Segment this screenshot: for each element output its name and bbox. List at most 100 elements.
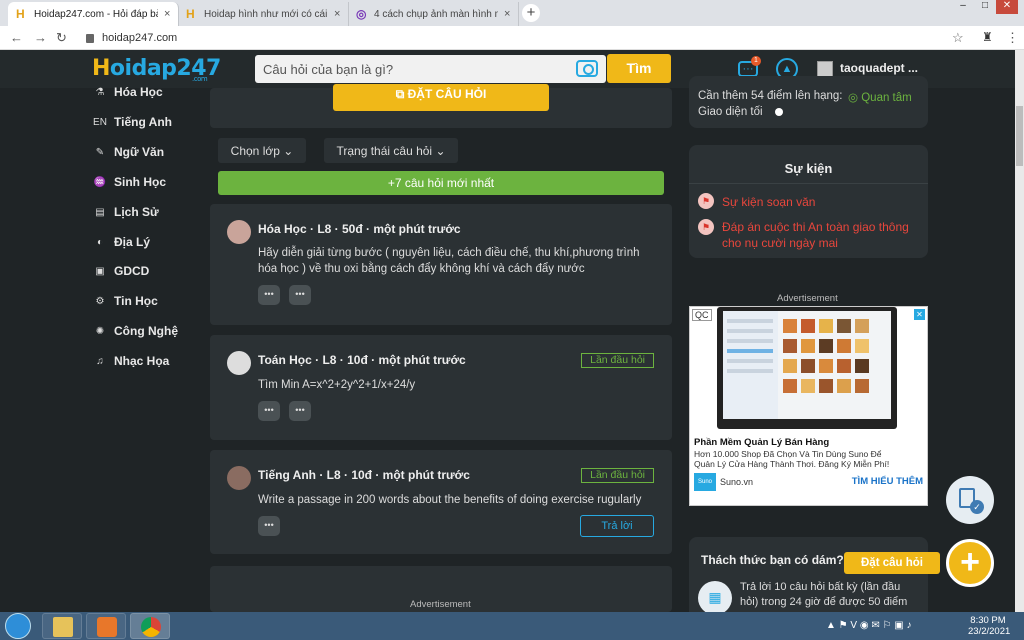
- question-meta[interactable]: Tiếng Anh · L8 · 10đ · một phút trước: [258, 468, 470, 482]
- reaction-icon[interactable]: •••: [258, 401, 280, 421]
- tab-close-icon[interactable]: ×: [504, 8, 510, 20]
- tab-close-icon[interactable]: ×: [334, 8, 340, 20]
- reaction-icon[interactable]: •••: [258, 516, 280, 536]
- avatar[interactable]: [227, 220, 251, 244]
- product-tile: [855, 379, 869, 393]
- taskbar-explorer[interactable]: [42, 613, 82, 639]
- ask-question-button[interactable]: ⧉ ĐẶT CÂU HỎI: [333, 84, 549, 111]
- sidebar-item-tin-hoc[interactable]: ⚙ Tin Học: [92, 291, 158, 311]
- question-text[interactable]: Hãy diễn giải từng bước ( nguyên liệu, c…: [258, 245, 658, 277]
- sidebar-item-lich-su[interactable]: ▤ Lịch Sử: [92, 202, 159, 222]
- windows-taskbar: ▲ ⚑ V ◉ ✉ ⚐ ▣ ♪: [0, 612, 1024, 640]
- event-link[interactable]: Sự kiện soạn văn: [722, 194, 917, 210]
- browser-tab-hoidap-2[interactable]: H Hoidap hình như mới có cái này ×: [178, 2, 350, 26]
- question-meta[interactable]: Hóa Học · L8 · 50đ · một phút trước: [258, 222, 461, 236]
- extension-icon[interactable]: ♜: [982, 30, 993, 44]
- question-meta[interactable]: Toán Học · L8 · 10đ · một phút trước: [258, 353, 466, 367]
- product-tile: [783, 379, 797, 393]
- sidebar-item-cong-nghe[interactable]: ✺ Công Nghệ: [92, 321, 178, 341]
- product-tile: [801, 379, 815, 393]
- music-icon: ♫: [96, 355, 104, 367]
- search-button[interactable]: Tìm: [607, 54, 671, 83]
- reaction-icon[interactable]: •••: [289, 401, 311, 421]
- product-tile: [801, 359, 815, 373]
- scroll-icon: ▤: [95, 206, 105, 218]
- new-tab-button[interactable]: +: [522, 4, 540, 22]
- forward-arrow-icon[interactable]: →: [34, 30, 47, 45]
- sidebar-item-label: Lịch Sử: [114, 205, 159, 219]
- event-link[interactable]: Đáp án cuộc thi An toàn giao thông cho n…: [722, 219, 917, 251]
- follow-link[interactable]: ◎ Quan tâm: [848, 90, 912, 104]
- challenge-text: Trả lời 10 câu hỏi bất kỳ (lần đầu hỏi) …: [740, 581, 908, 608]
- clock-time: 8:30 PM: [970, 615, 1006, 626]
- close-window-button[interactable]: ✕: [996, 0, 1018, 14]
- sidebar-item-dia-ly[interactable]: ◐ Địa Lý: [92, 232, 150, 252]
- media-player-icon: [97, 617, 117, 637]
- sidebar-item-sinh-hoc[interactable]: ♒ Sinh Học: [92, 172, 166, 192]
- taskbar-media-player[interactable]: [86, 613, 126, 639]
- scrollbar-thumb[interactable]: [1016, 106, 1023, 166]
- system-tray-icons[interactable]: ▲ ⚑ V ◉ ✉ ⚐ ▣ ♪: [826, 620, 912, 631]
- maximize-button[interactable]: □: [974, 0, 996, 14]
- ad-cta-button[interactable]: TÌM HIỂU THÊM: [852, 476, 923, 487]
- question-text[interactable]: Write a passage in 200 words about the b…: [258, 492, 658, 508]
- question-card[interactable]: Tiếng Anh · L8 · 10đ · một phút trước Lầ…: [210, 450, 672, 554]
- sidebar-item-tieng-anh[interactable]: EN Tiếng Anh: [92, 112, 172, 132]
- sidebar-item-ngu-van[interactable]: ✎ Ngữ Văn: [92, 142, 164, 162]
- ad-banner[interactable]: QC ✕ Phần Mềm Quản Lý Bán Hàng Hơn 10.00…: [689, 306, 928, 506]
- flask-icon: ⚗: [95, 86, 105, 98]
- question-text[interactable]: Tìm Min A=x^2+2y^2+1/x+24/y: [258, 377, 658, 393]
- class-filter-dropdown[interactable]: Chọn lớp ⌄: [218, 138, 306, 163]
- question-card[interactable]: Toán Học · L8 · 10đ · một phút trước Lần…: [210, 335, 672, 440]
- bookmark-star-icon[interactable]: ☆: [952, 30, 964, 46]
- product-tile: [819, 319, 833, 333]
- address-bar-row: ← → ↻ hoidap247.com ☆ ♜ ⋮: [0, 26, 1024, 50]
- product-tile: [819, 379, 833, 393]
- sidebar-item-hoa-hoc[interactable]: ⚗ Hóa Học: [92, 82, 163, 102]
- search-input[interactable]: Câu hỏi của bạn là gì?: [255, 55, 606, 83]
- clock-date: 23/2/2021: [968, 626, 1011, 637]
- product-tile: [855, 359, 869, 373]
- status-filter-label: Trạng thái câu hỏi: [336, 143, 433, 158]
- product-tile: [783, 319, 797, 333]
- reload-icon[interactable]: ↻: [56, 30, 67, 46]
- url-input[interactable]: hoidap247.com: [78, 29, 958, 47]
- sidebar-item-label: Tiếng Anh: [114, 115, 172, 129]
- dark-mode-toggle[interactable]: [775, 108, 783, 116]
- product-tile: [837, 339, 851, 353]
- avatar[interactable]: [227, 351, 251, 375]
- document-check-button[interactable]: ✓: [946, 476, 994, 524]
- sidebar-item-label: Địa Lý: [114, 235, 151, 249]
- site-logo[interactable]: Hoidap247 .com: [92, 56, 221, 83]
- pos-row: [727, 369, 773, 373]
- flag-icon: ⚑: [698, 193, 714, 209]
- add-question-button[interactable]: +: [946, 539, 994, 587]
- ad-title[interactable]: Phần Mềm Quản Lý Bán Hàng: [694, 437, 829, 448]
- new-questions-bar[interactable]: +7 câu hỏi mới nhất: [218, 171, 664, 195]
- browser-tab-screenshot[interactable]: ◎ 4 cách chụp ảnh màn hình máy tính ×: [348, 2, 520, 26]
- status-filter-dropdown[interactable]: Trạng thái câu hỏi ⌄: [324, 138, 458, 163]
- taskbar-chrome[interactable]: [130, 613, 170, 639]
- tab-close-icon[interactable]: ×: [164, 8, 170, 20]
- back-arrow-icon[interactable]: ←: [10, 30, 23, 45]
- taskbar-clock[interactable]: 8:30 PM 23/2/2021: [968, 615, 1011, 637]
- ad-qc-label: QC: [692, 309, 712, 321]
- ad-close-icon[interactable]: ✕: [914, 309, 925, 320]
- avatar[interactable]: [227, 466, 251, 490]
- minimize-button[interactable]: –: [952, 0, 974, 14]
- browser-menu-icon[interactable]: ⋮: [1006, 30, 1019, 46]
- first-time-badge: Lần đầu hỏi: [581, 468, 654, 483]
- reaction-icon[interactable]: •••: [258, 285, 280, 305]
- username-menu[interactable]: taoquadept ...: [840, 61, 918, 75]
- sidebar-item-nhac-hoa[interactable]: ♫ Nhạc Họa: [92, 351, 169, 371]
- sidebar-item-gdcd[interactable]: ▣ GDCD: [92, 261, 149, 281]
- reply-button[interactable]: Trả lời: [580, 515, 654, 537]
- browser-tab-hoidap[interactable]: H Hoidap247.com - Hỏi đáp bài tập ×: [8, 2, 180, 26]
- ask-question-pill[interactable]: Đặt câu hỏi: [844, 552, 940, 574]
- product-tile: [837, 319, 851, 333]
- camera-icon[interactable]: [576, 60, 598, 77]
- question-card[interactable]: Hóa Học · L8 · 50đ · một phút trước Hãy …: [210, 204, 672, 325]
- reaction-icon[interactable]: •••: [289, 285, 311, 305]
- lock-icon: [86, 33, 94, 43]
- start-button[interactable]: [5, 613, 31, 639]
